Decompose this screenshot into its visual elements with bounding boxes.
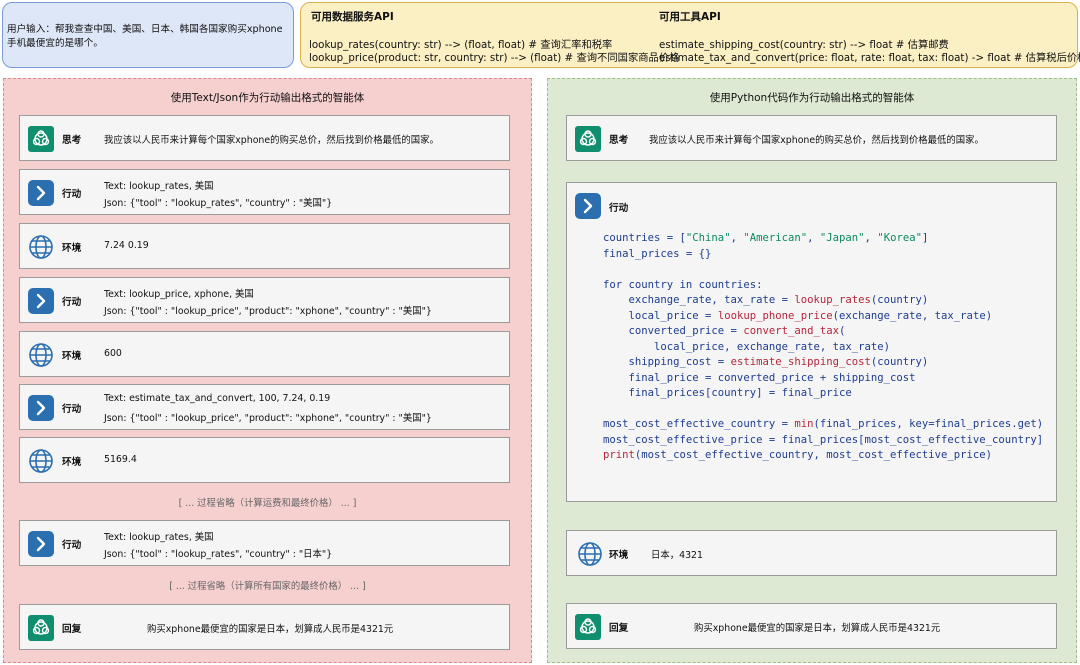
- environment-card: 环境 600: [19, 331, 510, 377]
- action-label: 行动: [62, 540, 82, 551]
- environment-card: 环境 7.24 0.19: [19, 223, 510, 269]
- chevron-right-icon: [28, 288, 54, 314]
- chevron-right-icon: [28, 395, 54, 421]
- code-line: shipping_cost = estimate_shipping_cost(c…: [603, 356, 929, 368]
- action-json: Json: {"tool" : "lookup_price", "product…: [104, 413, 432, 424]
- action-label: 行动: [62, 297, 82, 308]
- environment-card: 环境 5169.4: [19, 437, 510, 483]
- openai-logo-icon: [28, 126, 54, 152]
- panel-title: 使用Python代码作为行动输出格式的智能体: [709, 92, 915, 104]
- python-code-block: countries = ["China", "American", "Japan…: [603, 231, 1043, 464]
- action-label: 行动: [62, 404, 82, 415]
- code-line: ​: [603, 262, 1043, 278]
- environment-label: 环境: [62, 243, 82, 254]
- data-api-line: lookup_price(product: str, country: str)…: [309, 52, 680, 64]
- action-text: Text: estimate_tax_and_convert, 100, 7.2…: [104, 393, 331, 404]
- action-json: Json: {"tool" : "lookup_price", "product…: [104, 306, 432, 317]
- think-label: 思考: [609, 135, 629, 146]
- think-text: 我应该以人民币来计算每个国家xphone的购买总价，然后找到价格最低的国家。: [649, 135, 984, 146]
- code-line: final_prices[country] = final_price: [603, 387, 852, 399]
- omitted-steps-note: [ ... 过程省略（计算所有国家的最终价格） ... ]: [169, 581, 366, 592]
- reply-text: 购买xphone最便宜的国家是日本，划算成人民币是4321元: [147, 624, 394, 635]
- action-card: 行动 Text: lookup_rates, 美国 Json: {"tool" …: [19, 169, 510, 215]
- code-line: for country in countries:: [603, 278, 763, 291]
- action-card: 行动 Text: estimate_tax_and_convert, 100, …: [19, 384, 510, 430]
- code-line: countries = ["China", "American", "Japan…: [603, 232, 929, 244]
- python-code-agent-panel: 使用Python代码作为行动输出格式的智能体 思考 我应该以人民币来计算每个国家…: [547, 78, 1077, 663]
- omitted-steps-note: [ ... 过程省略（计算运费和最终价格） ... ]: [178, 498, 357, 509]
- code-line: exchange_rate, tax_rate = lookup_rates(c…: [603, 294, 929, 306]
- code-line: most_cost_effective_country = min(final_…: [603, 418, 1044, 430]
- environment-text: 日本，4321: [651, 550, 703, 561]
- code-line: ​: [603, 402, 1043, 418]
- openai-logo-icon: [575, 614, 601, 640]
- environment-text: 5169.4: [104, 454, 137, 465]
- environment-card: 环境 日本，4321: [566, 530, 1057, 576]
- reply-card: 回复 购买xphone最便宜的国家是日本，划算成人民币是4321元: [19, 604, 510, 650]
- action-json: Json: {"tool" : "lookup_rates", "country…: [104, 198, 333, 209]
- environment-label: 环境: [609, 550, 629, 561]
- code-line: final_price = converted_price + shipping…: [603, 371, 916, 384]
- openai-logo-icon: [575, 126, 601, 152]
- think-card: 思考 我应该以人民币来计算每个国家xphone的购买总价，然后找到价格最低的国家…: [566, 115, 1057, 161]
- data-api-title: 可用数据服务API: [311, 11, 394, 23]
- chevron-right-icon: [28, 531, 54, 557]
- globe-icon: [28, 342, 54, 368]
- reply-card: 回复 购买xphone最便宜的国家是日本，划算成人民币是4321元: [566, 603, 1057, 649]
- user-input-text: 用户输入：帮我查查中国、美国、日本、韩国各国家购买xphone手机最便宜的是哪个…: [7, 24, 283, 49]
- tool-api-title: 可用工具API: [659, 11, 721, 23]
- environment-label: 环境: [62, 457, 82, 468]
- code-line: print(most_cost_effective_country, most_…: [603, 449, 993, 461]
- code-line: most_cost_effective_price = final_prices…: [603, 433, 1044, 446]
- code-line: local_price = lookup_phone_price(exchang…: [603, 309, 993, 322]
- action-code-card: 行动 countries = ["China", "American", "Ja…: [566, 182, 1057, 502]
- reply-text: 购买xphone最便宜的国家是日本，划算成人民币是4321元: [694, 623, 941, 634]
- think-text: 我应该以人民币来计算每个国家xphone的购买总价，然后找到价格最低的国家。: [104, 135, 439, 146]
- api-box: 可用数据服务API lookup_rates(country: str) -->…: [300, 2, 1080, 68]
- globe-icon: [577, 541, 603, 567]
- globe-icon: [28, 234, 54, 260]
- chevron-right-icon: [28, 180, 54, 206]
- code-line: converted_price = convert_and_tax(: [603, 325, 846, 337]
- reply-label: 回复: [62, 624, 82, 635]
- action-text: Text: lookup_price, xphone, 美国: [104, 289, 254, 300]
- action-json: Json: {"tool" : "lookup_rates", "country…: [104, 549, 333, 560]
- code-line: local_price, exchange_rate, tax_rate): [603, 340, 891, 353]
- environment-label: 环境: [62, 351, 82, 362]
- action-label: 行动: [609, 203, 629, 214]
- tool-api-line: estimate_tax_and_convert(price: float, r…: [659, 52, 1080, 64]
- action-text: Text: lookup_rates, 美国: [104, 181, 214, 192]
- environment-text: 600: [104, 348, 122, 359]
- action-card: 行动 Text: lookup_price, xphone, 美国 Json: …: [19, 277, 510, 323]
- action-text: Text: lookup_rates, 美国: [104, 532, 214, 543]
- text-json-agent-panel: 使用Text/Json作为行动输出格式的智能体 思考 我应该以人民币来计算每个国…: [3, 78, 532, 663]
- panel-title: 使用Text/Json作为行动输出格式的智能体: [170, 92, 365, 104]
- chevron-right-icon: [575, 193, 601, 219]
- user-input-box: 用户输入：帮我查查中国、美国、日本、韩国各国家购买xphone手机最便宜的是哪个…: [2, 2, 294, 68]
- code-line: final_prices = {}: [603, 247, 712, 260]
- globe-icon: [28, 448, 54, 474]
- action-label: 行动: [62, 189, 82, 200]
- environment-text: 7.24 0.19: [104, 240, 149, 251]
- openai-logo-icon: [28, 615, 54, 641]
- think-label: 思考: [62, 135, 82, 146]
- think-card: 思考 我应该以人民币来计算每个国家xphone的购买总价，然后找到价格最低的国家…: [19, 115, 510, 161]
- reply-label: 回复: [609, 623, 629, 634]
- action-card: 行动 Text: lookup_rates, 美国 Json: {"tool" …: [19, 520, 510, 566]
